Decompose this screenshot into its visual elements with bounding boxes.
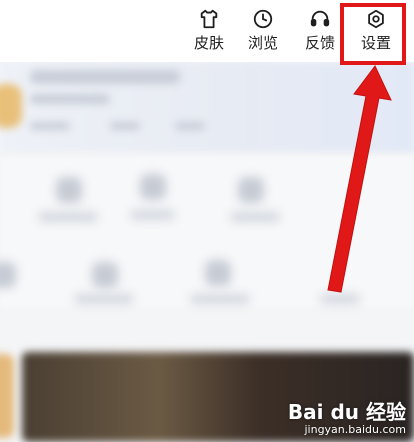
blurred-text-line — [110, 122, 140, 130]
blurred-text-line — [30, 122, 70, 130]
blurred-icon — [0, 262, 16, 288]
baidu-jingyan-watermark: Bai du 经验 jingyan.baidu.com — [288, 401, 406, 436]
browse-history-button[interactable]: 浏览 — [240, 8, 286, 56]
feedback-button[interactable]: 反馈 — [297, 8, 343, 56]
blurred-label — [74, 294, 134, 304]
skin-button[interactable]: 皮肤 — [186, 8, 232, 56]
feedback-label: 反馈 — [304, 34, 335, 52]
watermark-url: jingyan.baidu.com — [304, 423, 406, 436]
blurred-icon — [205, 260, 231, 286]
browse-label: 浏览 — [247, 34, 278, 52]
skin-label: 皮肤 — [193, 34, 224, 52]
blurred-icon — [238, 177, 264, 203]
watermark-brand: Bai du 经验 — [287, 400, 406, 424]
shirt-icon — [200, 9, 218, 29]
blurred-icon — [140, 174, 166, 200]
blurred-icon — [92, 262, 118, 288]
settings-highlight-box — [340, 3, 406, 65]
blurred-label — [38, 212, 98, 222]
blurred-text-line — [30, 94, 110, 104]
blurred-text-line — [30, 70, 180, 84]
clock-icon — [253, 9, 273, 29]
blurred-icon — [56, 177, 82, 203]
banner-edge — [0, 354, 14, 438]
blurred-label — [320, 294, 360, 304]
headset-icon — [310, 10, 330, 27]
avatar — [0, 84, 22, 128]
blurred-label — [130, 210, 175, 220]
blurred-label — [190, 294, 250, 304]
blurred-content — [0, 62, 414, 442]
blurred-text-line — [175, 122, 205, 130]
blurred-label — [230, 212, 280, 222]
